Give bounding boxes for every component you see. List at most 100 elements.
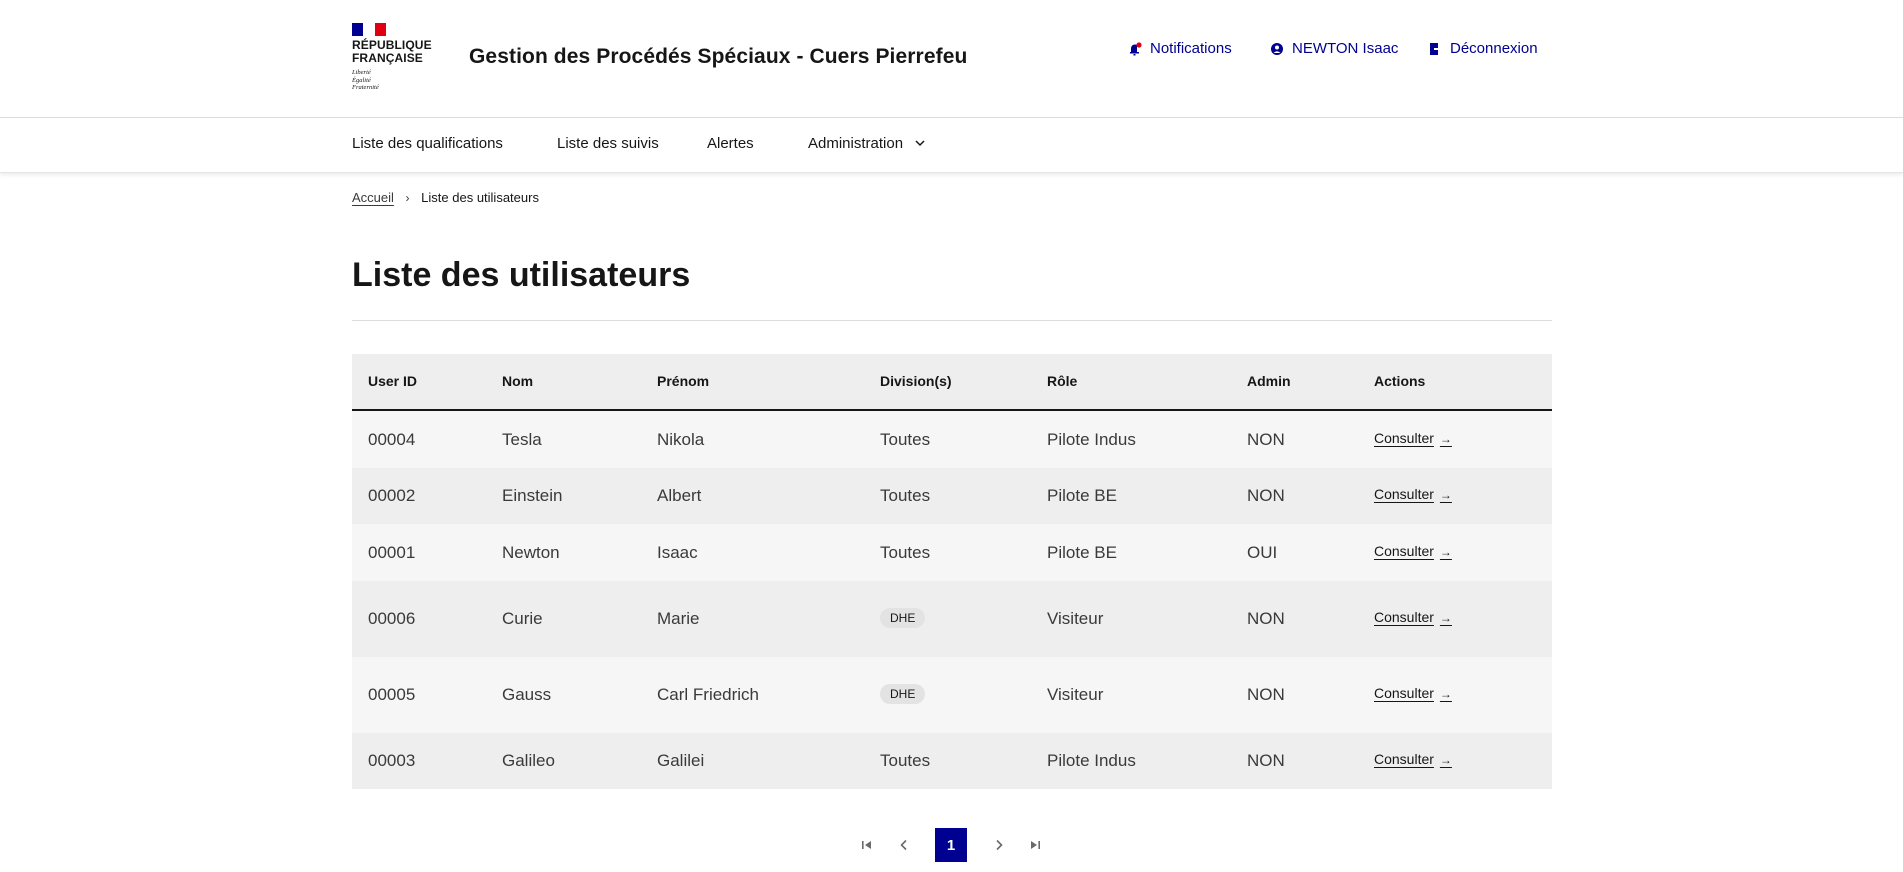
- devise-fraternite: Fraternité: [352, 84, 379, 91]
- table-row: 00005 Gauss Carl Friedrich DHE Visiteur NON Co…: [352, 657, 1552, 733]
- consulter-label: Consulter: [1374, 542, 1434, 559]
- first-page-icon[interactable]: [858, 828, 876, 862]
- last-page-icon[interactable]: [1026, 828, 1044, 862]
- consulter-link[interactable]: Consulter →: [1374, 430, 1452, 446]
- cell-user-id: 00006: [368, 609, 416, 628]
- arrow-right-icon: →: [1439, 544, 1452, 559]
- devise: Liberté Égalité Fraternité: [352, 69, 437, 92]
- consulter-label: Consulter: [1374, 429, 1434, 446]
- page-number-current[interactable]: 1: [935, 828, 967, 862]
- pagination: 1: [0, 828, 1903, 862]
- republique-francaise-logo[interactable]: RÉPUBLIQUE FRANÇAISE Liberté Égalité Fra…: [352, 23, 437, 92]
- consulter-label: Consulter: [1374, 751, 1434, 767]
- cell-division: Toutes: [880, 486, 931, 505]
- consulter-link[interactable]: Consulter →: [1374, 751, 1452, 767]
- cell-division: Toutes: [880, 751, 931, 770]
- cell-prenom: Marie: [657, 609, 700, 628]
- brand-line-2: FRANÇAISE: [352, 51, 423, 65]
- column-header-role: Rôle: [1047, 373, 1078, 389]
- cell-role: Pilote BE: [1047, 542, 1117, 562]
- table-row: 00003 Galileo Galilei Toutes Pilote Indus NON…: [352, 733, 1552, 789]
- column-header-actions: Actions: [1374, 373, 1426, 389]
- user-name-label: NEWTON Isaac: [1292, 40, 1399, 57]
- nav-item-suivis[interactable]: Liste des suivis: [557, 135, 659, 152]
- cell-admin: NON: [1247, 609, 1285, 628]
- arrow-right-icon: →: [1439, 431, 1452, 446]
- breadcrumb-home-link[interactable]: Accueil: [352, 190, 394, 205]
- cell-prenom: Galilei: [657, 751, 705, 770]
- cell-prenom: Carl Friedrich: [657, 685, 760, 704]
- cell-nom: Galileo: [502, 751, 555, 770]
- next-page-icon[interactable]: [990, 828, 1008, 862]
- cell-nom: Einstein: [502, 486, 563, 505]
- site-title[interactable]: Gestion des Procédés Spéciaux - Cuers Pi…: [469, 45, 967, 69]
- division-tag: DHE: [880, 684, 926, 704]
- chevron-down-icon: [915, 138, 925, 150]
- arrow-right-icon: →: [1439, 753, 1452, 767]
- table-body: 00004 Tesla Nikola Toutes Pilote Indus NON Con…: [352, 411, 1552, 789]
- previous-page-icon[interactable]: [895, 828, 913, 862]
- cell-admin: OUI: [1247, 542, 1278, 562]
- nav-item-alertes[interactable]: Alertes: [707, 135, 754, 152]
- cell-role: Visiteur: [1047, 609, 1104, 628]
- consulter-link[interactable]: Consulter →: [1374, 609, 1452, 625]
- user-icon: [1270, 42, 1284, 56]
- division-tag: DHE: [880, 608, 926, 628]
- table-row: 00001 Newton Isaac Toutes Pilote BE OUI Consul…: [352, 524, 1552, 581]
- cell-division: Toutes: [880, 542, 931, 562]
- column-header-prenom: Prénom: [657, 373, 710, 389]
- table-header: User ID Nom Prénom Division(s) Rôle Admi…: [352, 354, 1552, 411]
- nav-item-administration-label: Administration: [808, 135, 904, 152]
- cell-role: Pilote Indus: [1047, 751, 1136, 770]
- breadcrumb: Accueil › Liste des utilisateurs: [352, 190, 539, 205]
- title-divider: [352, 320, 1552, 321]
- chevron-right-icon: ›: [405, 191, 410, 205]
- consulter-link[interactable]: Consulter →: [1374, 486, 1452, 502]
- cell-admin: NON: [1247, 685, 1285, 704]
- site-header: RÉPUBLIQUE FRANÇAISE Liberté Égalité Fra…: [0, 0, 1903, 118]
- devise-liberte: Liberté: [352, 69, 371, 76]
- main-navigation: Liste des qualifications Liste des suivi…: [0, 118, 1903, 173]
- arrow-right-icon: →: [1439, 687, 1452, 701]
- notifications-label: Notifications: [1150, 40, 1232, 57]
- cell-user-id: 00004: [368, 429, 416, 449]
- cell-user-id: 00003: [368, 751, 416, 770]
- notifications-link[interactable]: Notifications: [1128, 40, 1232, 57]
- cell-nom: Tesla: [502, 429, 542, 449]
- cell-role: Pilote Indus: [1047, 429, 1136, 449]
- cell-prenom: Nikola: [657, 429, 705, 449]
- logout-label: Déconnexion: [1450, 40, 1538, 57]
- logout-link[interactable]: Déconnexion: [1428, 40, 1538, 57]
- cell-nom: Newton: [502, 542, 560, 562]
- arrow-right-icon: →: [1439, 611, 1452, 625]
- page-title: Liste des utilisateurs: [352, 256, 691, 294]
- consulter-link[interactable]: Consulter →: [1374, 685, 1452, 701]
- cell-admin: NON: [1247, 486, 1285, 505]
- cell-role: Visiteur: [1047, 685, 1104, 704]
- cell-division: DHE: [880, 607, 926, 628]
- table-row: 00002 Einstein Albert Toutes Pilote BE NON Con…: [352, 468, 1552, 524]
- cell-user-id: 00002: [368, 486, 416, 505]
- consulter-label: Consulter: [1374, 685, 1434, 701]
- logout-icon: [1428, 42, 1442, 56]
- cell-division: DHE: [880, 683, 926, 704]
- users-table: User ID Nom Prénom Division(s) Rôle Admi…: [352, 354, 1552, 789]
- consulter-label: Consulter: [1374, 486, 1434, 502]
- column-header-divisions: Division(s): [880, 373, 952, 389]
- column-header-user-id: User ID: [368, 373, 418, 389]
- consulter-label: Consulter: [1374, 609, 1434, 625]
- cell-admin: NON: [1247, 429, 1285, 449]
- cell-division: Toutes: [880, 429, 931, 449]
- breadcrumb-current: Liste des utilisateurs: [421, 190, 539, 205]
- cell-user-id: 00005: [368, 685, 416, 704]
- column-header-admin: Admin: [1247, 373, 1291, 389]
- cell-admin: NON: [1247, 751, 1285, 770]
- column-header-nom: Nom: [502, 373, 534, 389]
- nav-item-administration[interactable]: Administration: [808, 135, 925, 152]
- table-row: 00006 Curie Marie DHE Visiteur NON Consulter →: [352, 581, 1552, 657]
- consulter-link[interactable]: Consulter →: [1374, 543, 1452, 559]
- table-row: 00004 Tesla Nikola Toutes Pilote Indus NON Con…: [352, 411, 1552, 468]
- user-account-link[interactable]: NEWTON Isaac: [1270, 40, 1398, 57]
- nav-item-qualifications[interactable]: Liste des qualifications: [352, 135, 503, 152]
- french-flag-icon: [352, 23, 386, 36]
